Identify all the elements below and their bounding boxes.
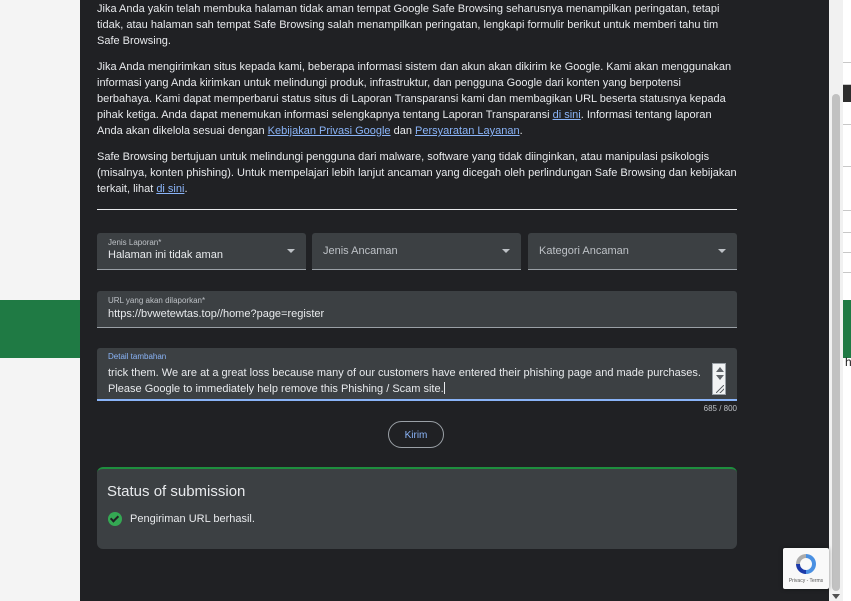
select-row: Jenis Laporan* Halaman ini tidak aman Je… — [97, 233, 737, 270]
threat-type-placeholder: Jenis Ancaman — [323, 245, 398, 257]
transparency-report-link[interactable]: di sini — [553, 109, 581, 121]
submit-button[interactable]: Kirim — [388, 421, 444, 448]
page-scrollbar[interactable] — [829, 0, 843, 601]
divider — [97, 209, 737, 210]
url-label: URL yang akan dilaporkan* — [108, 296, 206, 305]
scroll-down-arrow-icon[interactable] — [832, 594, 840, 599]
status-message: Pengiriman URL berhasil. — [130, 513, 255, 525]
report-dialog: Jika Anda yakin telah membuka halaman ti… — [80, 0, 829, 601]
intro-text: Jika Anda yakin telah membuka halaman ti… — [97, 0, 737, 207]
report-type-value: Halaman ini tidak aman — [108, 249, 223, 261]
recaptcha-badge[interactable]: Privacy - Terms — [783, 548, 829, 589]
dropdown-arrow-icon — [287, 249, 295, 253]
background-green-band — [0, 300, 80, 358]
threat-category-select[interactable]: Kategori Ancaman — [528, 233, 737, 270]
report-type-select[interactable]: Jenis Laporan* Halaman ini tidak aman — [97, 233, 306, 270]
details-label: Detail tambahan — [108, 352, 167, 361]
safe-browsing-policy-link[interactable]: di sini — [156, 183, 184, 195]
textarea-scroll-control[interactable] — [712, 363, 726, 395]
intro-paragraph-3: Safe Browsing bertujuan untuk melindungi… — [97, 151, 737, 195]
status-card: Status of submission Pengiriman URL berh… — [97, 467, 737, 549]
details-value: trick them. We are at a great loss becau… — [108, 367, 701, 395]
scroll-up-icon[interactable] — [716, 367, 724, 372]
terms-of-service-link[interactable]: Persyaratan Layanan — [415, 125, 520, 137]
threat-type-select[interactable]: Jenis Ancaman — [312, 233, 521, 270]
scrollbar-thumb[interactable] — [832, 94, 840, 591]
details-textarea[interactable]: Detail tambahan trick them. We are at a … — [97, 348, 737, 401]
check-circle-icon — [108, 512, 122, 526]
background-text: h — [845, 355, 851, 369]
dropdown-arrow-icon — [718, 249, 726, 253]
url-input[interactable]: URL yang akan dilaporkan* https://bvwete… — [97, 291, 737, 328]
text-caret — [443, 382, 445, 394]
status-title: Status of submission — [107, 483, 246, 500]
character-counter: 685 / 800 — [703, 404, 737, 413]
url-value: https://bvwetewtas.top//home?page=regist… — [108, 308, 325, 320]
scroll-down-icon[interactable] — [716, 375, 724, 380]
recaptcha-icon — [796, 554, 816, 574]
intro-paragraph-1: Jika Anda yakin telah membuka halaman ti… — [97, 3, 720, 47]
background-page-left — [0, 0, 80, 601]
report-type-label: Jenis Laporan* — [108, 238, 162, 247]
resize-grip-icon[interactable] — [716, 385, 724, 393]
dropdown-arrow-icon — [502, 249, 510, 253]
threat-category-placeholder: Kategori Ancaman — [539, 245, 629, 257]
intro-paragraph-2: Jika Anda mengirimkan situs kepada kami,… — [97, 61, 732, 137]
recaptcha-terms[interactable]: Privacy - Terms — [783, 578, 829, 584]
privacy-policy-link[interactable]: Kebijakan Privasi Google — [268, 125, 391, 137]
